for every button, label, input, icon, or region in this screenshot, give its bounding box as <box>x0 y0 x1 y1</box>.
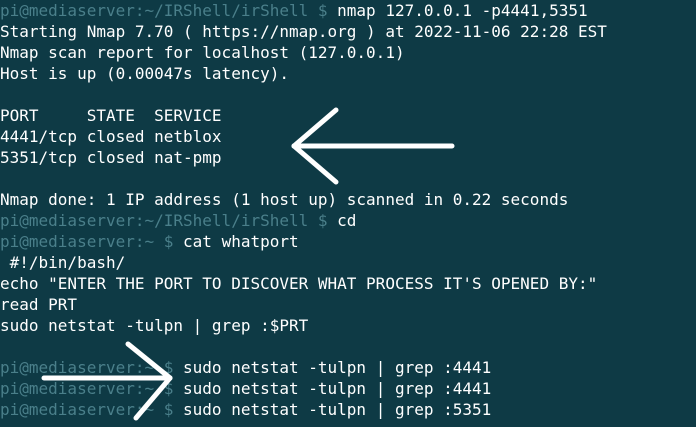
output-line: Nmap done: 1 IP address (1 host up) scan… <box>0 190 569 209</box>
prompt-user-host: pi@mediaserver <box>0 358 135 377</box>
output-line: Nmap scan report for localhost (127.0.0.… <box>0 43 405 62</box>
prompt-line: pi@mediaserver:~/IRShell/irShell $ cd <box>0 210 696 231</box>
prompt-line: pi@mediaserver:~/IRShell/irShell $ nmap … <box>0 0 696 21</box>
output-line: Starting Nmap 7.70 ( https://nmap.org ) … <box>0 22 607 41</box>
prompt-user-host: pi@mediaserver <box>0 232 135 251</box>
terminal-window[interactable]: pi@mediaserver:~/IRShell/irShell $ nmap … <box>0 0 696 427</box>
output-line: read PRT <box>0 295 78 314</box>
prompt-path: :~ $ <box>134 400 184 419</box>
prompt-line: pi@mediaserver:~ $ sudo netstat -tulpn |… <box>0 399 696 420</box>
prompt-line: pi@mediaserver:~ $ sudo netstat -tulpn |… <box>0 378 696 399</box>
command-text: nmap 127.0.0.1 -p4441,5351 <box>337 1 588 20</box>
command-text: sudo netstat -tulpn | grep :4441 <box>183 358 492 377</box>
output-line: PORT STATE SERVICE <box>0 106 222 125</box>
prompt-path: :~ $ <box>134 379 184 398</box>
command-text: cat whatport <box>183 232 299 251</box>
prompt-line: pi@mediaserver:~ $ cat whatport <box>0 231 696 252</box>
prompt-user-host: pi@mediaserver <box>0 211 135 230</box>
prompt-path: :~ $ <box>134 358 184 377</box>
prompt-path: :~/IRShell/irShell $ <box>134 1 338 20</box>
output-line: #!/bin/bash/ <box>0 253 126 272</box>
prompt-user-host: pi@mediaserver <box>0 400 135 419</box>
output-line: Host is up (0.00047s latency). <box>0 64 289 83</box>
output-line: sudo netstat -tulpn | grep :$PRT <box>0 316 309 335</box>
command-text: sudo netstat -tulpn | grep :4441 <box>183 379 492 398</box>
output-line: echo "ENTER THE PORT TO DISCOVER WHAT PR… <box>0 274 598 293</box>
prompt-line: pi@mediaserver:~ $ sudo netstat -tulpn |… <box>0 357 696 378</box>
terminal-output: pi@mediaserver:~/IRShell/irShell $ nmap … <box>0 0 696 420</box>
command-text: sudo netstat -tulpn | grep :5351 <box>183 400 492 419</box>
prompt-path: :~ $ <box>134 232 184 251</box>
output-line: 5351/tcp closed nat-pmp <box>0 148 222 167</box>
output-line: 4441/tcp closed netblox <box>0 127 222 146</box>
prompt-user-host: pi@mediaserver <box>0 379 135 398</box>
prompt-path: :~/IRShell/irShell $ <box>134 211 338 230</box>
prompt-user-host: pi@mediaserver <box>0 1 135 20</box>
command-text: cd <box>337 211 357 230</box>
